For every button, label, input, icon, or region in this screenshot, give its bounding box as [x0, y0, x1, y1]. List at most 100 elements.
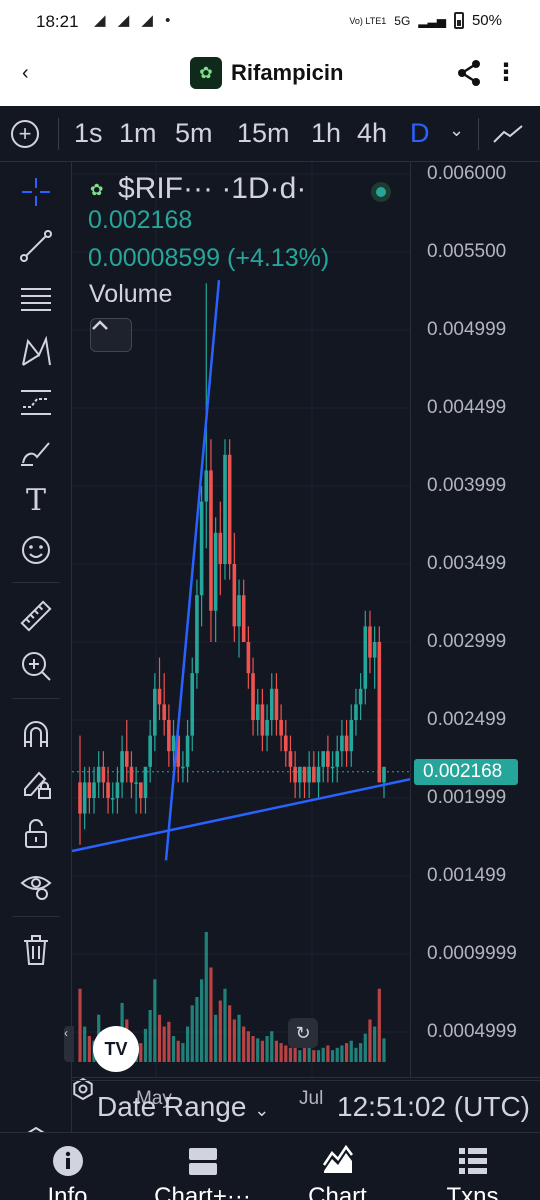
tab-15m[interactable]: 15m — [237, 118, 290, 149]
volume-bar — [139, 1043, 143, 1062]
tab-1s[interactable]: 1s — [74, 118, 103, 149]
candle-body — [302, 766, 307, 783]
toolbar-divider — [478, 118, 479, 150]
trendline-support — [72, 778, 410, 853]
nav-info[interactable]: Info — [0, 1133, 135, 1200]
y-tick-label: 0.004999 — [427, 319, 507, 340]
candle-body — [358, 688, 363, 705]
nav-chart-plus[interactable]: Chart+··· — [135, 1133, 270, 1200]
fib-icon[interactable] — [18, 280, 54, 316]
last-price-label: 0.002168 — [414, 758, 518, 785]
volume-bar — [354, 1047, 358, 1062]
price-axis[interactable]: 0.006000 0.005500 0.004999 0.004499 0.003999… — [410, 162, 540, 1077]
candle-body — [134, 782, 138, 784]
emoji-icon[interactable] — [18, 532, 54, 568]
panel-toggle[interactable]: ‹ — [64, 1026, 74, 1062]
tab-1h[interactable]: 1h — [311, 118, 341, 149]
battery-icon — [453, 12, 464, 29]
utc-clock[interactable]: 12:51:02 (UTC) — [337, 1091, 530, 1123]
tab-5m[interactable]: 5m — [175, 118, 213, 149]
volume-bar — [284, 1045, 288, 1062]
crosshair-icon[interactable] — [18, 174, 54, 210]
candle-body — [363, 626, 368, 689]
token-logo: ✿ — [190, 57, 222, 89]
candle-body — [139, 782, 143, 798]
chevron-down-icon[interactable]: ⌄ — [449, 120, 464, 141]
candle-body — [110, 798, 115, 800]
volume-bar — [162, 1026, 166, 1062]
ruler-icon[interactable] — [18, 598, 54, 634]
zoom-in-icon[interactable] — [18, 648, 54, 684]
candle-body — [312, 766, 316, 783]
volume-bar — [279, 1043, 283, 1062]
candle-body — [382, 766, 386, 783]
share-icon[interactable] — [454, 58, 484, 88]
candle-body — [124, 751, 129, 767]
candle-body — [344, 735, 349, 752]
volume-bar — [298, 1050, 302, 1062]
trash-icon[interactable] — [18, 932, 54, 968]
nav-txns[interactable]: Txns — [405, 1133, 540, 1200]
volume-bar — [78, 988, 82, 1062]
brush-icon[interactable] — [18, 434, 54, 470]
candle-body — [330, 766, 335, 769]
tools-divider — [12, 698, 60, 699]
volume-bar — [302, 1047, 307, 1062]
candle-body — [326, 751, 330, 767]
candle-body — [298, 766, 302, 783]
reset-icon[interactable]: ↻ — [288, 1018, 318, 1048]
volume-bar — [349, 1040, 353, 1062]
tradingview-logo[interactable]: TV — [93, 1026, 139, 1072]
line-chart-icon[interactable] — [492, 122, 524, 146]
volume-bar — [218, 1000, 222, 1062]
candle-body — [195, 595, 199, 674]
nav-chart[interactable]: Chart — [270, 1133, 405, 1200]
volume-bar — [260, 1040, 264, 1062]
tab-1m[interactable]: 1m — [119, 118, 157, 149]
y-tick-label: 0.003499 — [427, 553, 507, 574]
legend-symbol[interactable]: $RIF··· ·1D·d· — [118, 172, 306, 206]
legend-price: 0.002168 — [88, 206, 193, 234]
chevron-up-icon[interactable] — [90, 318, 132, 352]
drawing-toolbar: T — [0, 162, 72, 1152]
y-tick-label: 0.006000 — [427, 163, 507, 184]
candle-body — [372, 642, 377, 658]
tab-1d[interactable]: D — [410, 118, 430, 149]
page-title: Rifampicin — [231, 60, 344, 85]
chart-icon — [322, 1145, 353, 1173]
volume-bar — [190, 1005, 194, 1062]
tab-4h[interactable]: 4h — [357, 118, 387, 149]
live-status-dot — [371, 182, 391, 202]
y-tick-label: 0.002999 — [427, 631, 507, 652]
candle-body — [232, 564, 237, 627]
candle-body — [92, 782, 96, 798]
notification-icons: ◢ ◢ ◢ • — [94, 12, 175, 29]
pattern-icon[interactable] — [18, 334, 54, 370]
volume-bar — [167, 1021, 171, 1062]
volume-bar — [312, 1050, 316, 1062]
magnet-icon[interactable] — [18, 716, 54, 752]
add-symbol-button[interactable]: + — [11, 120, 39, 148]
volume-bar — [335, 1047, 339, 1062]
lock-draw-icon[interactable] — [18, 766, 54, 802]
trendline-icon[interactable] — [18, 228, 54, 264]
candle-body — [167, 720, 171, 752]
volume-bar — [363, 1033, 367, 1062]
candle-body — [274, 688, 279, 720]
candle-body — [377, 642, 382, 783]
candle-body — [204, 470, 209, 502]
candle-body — [143, 766, 148, 798]
chevron-left-icon[interactable]: ‹ — [22, 62, 29, 85]
unlock-icon[interactable] — [18, 816, 54, 852]
prediction-icon[interactable] — [18, 384, 54, 420]
date-range-button[interactable]: Date Range ⌄ — [97, 1091, 269, 1123]
text-icon[interactable]: T — [18, 482, 54, 518]
more-vertical-icon[interactable]: ⋮ — [494, 58, 518, 88]
eye-icon[interactable] — [18, 866, 54, 902]
volume-bar — [143, 1028, 148, 1062]
volume-bar — [185, 1026, 190, 1062]
price-chart[interactable]: ✿ $RIF··· ·1D·d· 0.002168 0.00008599 (+4… — [72, 162, 540, 1132]
volume-bar — [242, 1026, 246, 1062]
chart-app: + 1s 1m 5m 15m 1h 4h D ⌄ T ✿ $RIF··· ·1D… — [0, 106, 540, 1152]
volume-bar — [87, 1036, 91, 1062]
